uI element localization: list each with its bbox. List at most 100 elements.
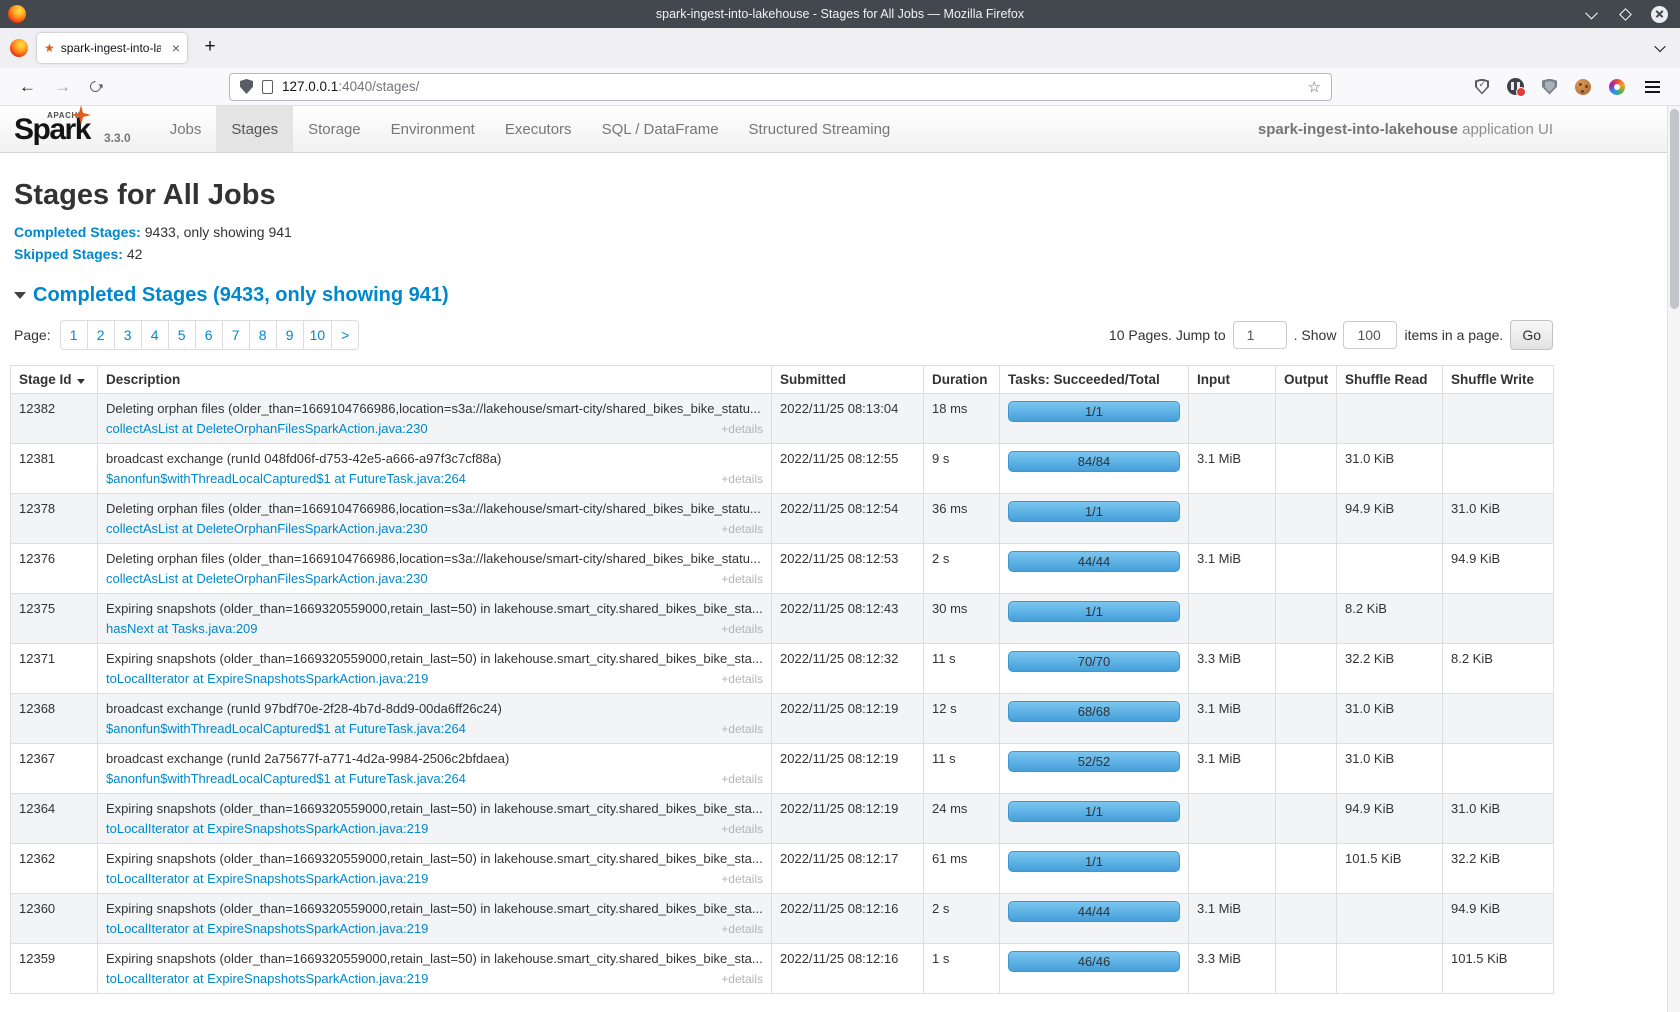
page-button-7[interactable]: 7 — [222, 320, 250, 350]
nav-item-sql-dataframe[interactable]: SQL / DataFrame — [587, 106, 734, 152]
stage-callsite-link[interactable]: $anonfun$withThreadLocalCaptured$1 at Fu… — [106, 771, 466, 786]
nav-item-executors[interactable]: Executors — [490, 106, 587, 152]
stage-callsite-link[interactable]: collectAsList at DeleteOrphanFilesSparkA… — [106, 421, 428, 436]
details-toggle[interactable]: +details — [721, 972, 763, 986]
back-button[interactable]: ← — [19, 77, 36, 97]
stage-callsite-link[interactable]: toLocalIterator at ExpireSnapshotsSparkA… — [106, 971, 428, 986]
details-toggle[interactable]: +details — [721, 622, 763, 636]
scrollbar[interactable] — [1667, 106, 1680, 1012]
page-button-9[interactable]: 9 — [276, 320, 304, 350]
go-button[interactable]: Go — [1510, 320, 1553, 350]
stage-output-cell — [1276, 894, 1337, 944]
color-asterisk-extension-icon[interactable] — [1609, 79, 1625, 95]
page-button-1[interactable]: 1 — [60, 320, 88, 350]
forward-button[interactable]: → — [54, 77, 71, 97]
stage-tasks-cell: 68/68 — [1000, 694, 1189, 744]
stage-callsite-link[interactable]: toLocalIterator at ExpireSnapshotsSparkA… — [106, 821, 428, 836]
column-header-tasks-succeeded-total[interactable]: Tasks: Succeeded/Total — [1000, 366, 1189, 394]
nav-item-jobs[interactable]: Jobs — [155, 106, 217, 152]
tracking-protection-shield-icon[interactable] — [240, 79, 253, 94]
column-header-shuffle-write[interactable]: Shuffle Write — [1443, 366, 1554, 394]
stage-callsite-link[interactable]: collectAsList at DeleteOrphanFilesSparkA… — [106, 521, 428, 536]
stage-description-cell: broadcast exchange (runId 97bdf70e-2f28-… — [98, 694, 772, 744]
stage-id-cell: 12376 — [11, 544, 98, 594]
stage-callsite-link[interactable]: toLocalIterator at ExpireSnapshotsSparkA… — [106, 921, 428, 936]
column-header-description[interactable]: Description — [98, 366, 772, 394]
column-header-duration[interactable]: Duration — [924, 366, 1000, 394]
page-title: Stages for All Jobs — [14, 179, 1553, 212]
menu-icon[interactable] — [1645, 86, 1660, 88]
page-info-icon[interactable] — [262, 80, 273, 94]
spark-logo[interactable]: APACHE Spark — [14, 106, 102, 153]
chevron-down-icon — [1654, 41, 1665, 52]
stage-tasks-cell: 1/1 — [1000, 394, 1189, 444]
url-bar[interactable]: 127.0.0.1:4040/stages/ ☆ — [229, 73, 1332, 101]
column-header-shuffle-read[interactable]: Shuffle Read — [1337, 366, 1443, 394]
details-toggle[interactable]: +details — [721, 522, 763, 536]
details-toggle[interactable]: +details — [721, 772, 763, 786]
application-name: spark-ingest-into-lakehouse — [1258, 121, 1458, 138]
pagination-pages: 12345678910> — [60, 320, 360, 350]
page-button-5[interactable]: 5 — [168, 320, 196, 350]
details-toggle[interactable]: +details — [721, 722, 763, 736]
details-toggle[interactable]: +details — [721, 572, 763, 586]
stage-id-cell: 12371 — [11, 644, 98, 694]
stage-callsite-link[interactable]: toLocalIterator at ExpireSnapshotsSparkA… — [106, 671, 428, 686]
stage-shuffle-read-cell — [1337, 944, 1443, 994]
details-toggle[interactable]: +details — [721, 422, 763, 436]
list-tabs-button[interactable] — [1656, 39, 1664, 57]
details-toggle[interactable]: +details — [721, 822, 763, 836]
close-window-button[interactable] — [1650, 5, 1668, 23]
page-button-4[interactable]: 4 — [141, 320, 169, 350]
items-per-page-input[interactable] — [1343, 321, 1397, 349]
page-button-2[interactable]: 2 — [87, 320, 115, 350]
column-header-submitted[interactable]: Submitted — [772, 366, 924, 394]
stage-callsite-link[interactable]: toLocalIterator at ExpireSnapshotsSparkA… — [106, 871, 428, 886]
stage-callsite-link[interactable]: collectAsList at DeleteOrphanFilesSparkA… — [106, 571, 428, 586]
details-toggle[interactable]: +details — [721, 922, 763, 936]
page-next-button[interactable]: > — [331, 320, 359, 350]
nav-item-environment[interactable]: Environment — [376, 106, 490, 152]
column-header-stage-id[interactable]: Stage Id — [11, 366, 98, 394]
shield-check-extension-icon[interactable] — [1475, 79, 1489, 95]
active-tab[interactable]: ★ spark-ingest-into-lakehous × — [37, 33, 187, 63]
stage-callsite-link[interactable]: $anonfun$withThreadLocalCaptured$1 at Fu… — [106, 721, 466, 736]
stage-id-cell: 12381 — [11, 444, 98, 494]
bookmark-star-icon[interactable]: ☆ — [1308, 78, 1321, 96]
details-toggle[interactable]: +details — [721, 672, 763, 686]
adblock-shield-extension-icon[interactable] — [1542, 79, 1557, 95]
stage-shuffle-read-cell — [1337, 544, 1443, 594]
details-toggle[interactable]: +details — [721, 872, 763, 886]
stage-callsite-link[interactable]: hasNext at Tasks.java:209 — [106, 621, 258, 636]
page-button-10[interactable]: 10 — [303, 320, 333, 350]
stage-id-cell: 12375 — [11, 594, 98, 644]
privacy-mask-extension-icon[interactable] — [1507, 78, 1524, 95]
column-header-output[interactable]: Output — [1276, 366, 1337, 394]
minimize-button[interactable] — [1582, 5, 1600, 23]
page-button-8[interactable]: 8 — [249, 320, 277, 350]
completed-stages-section-toggle[interactable]: Completed Stages (9433, only showing 941… — [14, 284, 1553, 307]
cookie-extension-icon[interactable] — [1575, 79, 1591, 95]
nav-item-structured-streaming[interactable]: Structured Streaming — [734, 106, 906, 152]
tasks-progress-bar: 44/44 — [1008, 551, 1180, 572]
firefox-view-icon[interactable] — [10, 39, 28, 57]
stage-callsite-link[interactable]: $anonfun$withThreadLocalCaptured$1 at Fu… — [106, 471, 466, 486]
stage-id-cell: 12359 — [11, 944, 98, 994]
page-button-3[interactable]: 3 — [114, 320, 142, 350]
nav-item-stages[interactable]: Stages — [216, 106, 293, 152]
new-tab-button[interactable]: + — [197, 35, 223, 61]
stage-input-cell — [1189, 794, 1276, 844]
jump-to-page-input[interactable] — [1233, 321, 1287, 349]
nav-item-storage[interactable]: Storage — [293, 106, 376, 152]
scrollbar-thumb[interactable] — [1670, 109, 1679, 309]
page-button-6[interactable]: 6 — [195, 320, 223, 350]
column-header-input[interactable]: Input — [1189, 366, 1276, 394]
tab-close-icon[interactable]: × — [172, 41, 180, 55]
reload-button[interactable] — [88, 79, 104, 95]
navigation-toolbar: ← → 127.0.0.1:4040/stages/ ☆ — [0, 68, 1680, 106]
maximize-button[interactable] — [1616, 5, 1634, 23]
url-text[interactable]: 127.0.0.1:4040/stages/ — [282, 79, 419, 94]
details-toggle[interactable]: +details — [721, 472, 763, 486]
stage-input-cell — [1189, 394, 1276, 444]
skipped-stages-value: 42 — [127, 246, 143, 262]
